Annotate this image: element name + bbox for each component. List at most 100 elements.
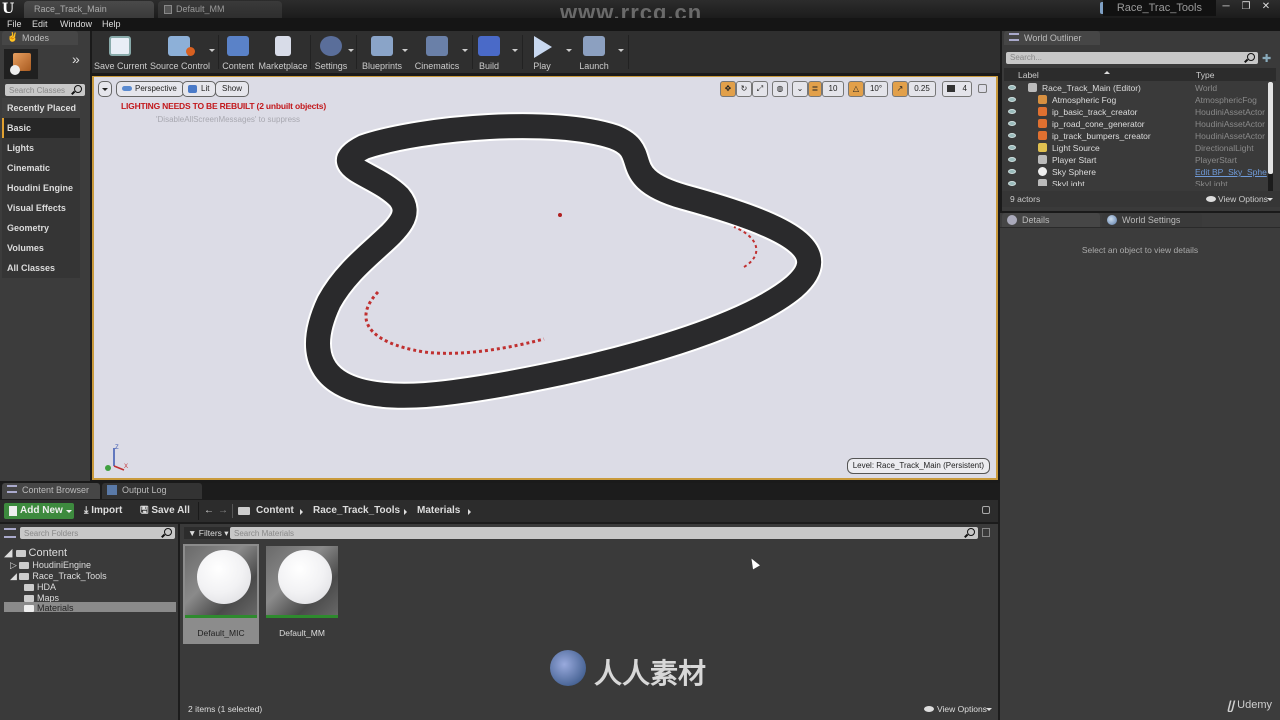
grid-snap-icon[interactable]: ≣ [808, 81, 822, 97]
scrollbar-thumb[interactable] [1268, 82, 1273, 174]
launch-button[interactable]: Launch [576, 33, 612, 73]
cinematics-button[interactable]: Cinematics [412, 33, 462, 73]
world-coords-icon[interactable]: ◍ [772, 81, 788, 97]
save-current-button[interactable]: Save Current [94, 33, 147, 73]
level-viewport[interactable]: Perspective Lit Show LIGHTING NEEDS TO B… [92, 76, 998, 480]
tree-item-content[interactable]: ◢ Content [4, 546, 67, 559]
outliner-row[interactable]: Atmospheric Fog AtmosphericFog [1004, 94, 1266, 106]
category-basic[interactable]: Basic [2, 118, 80, 138]
outliner-row[interactable]: Light Source DirectionalLight [1004, 142, 1266, 154]
visibility-eye-icon[interactable] [1008, 145, 1016, 150]
outliner-row[interactable]: Race_Track_Main (Editor) World [1004, 82, 1266, 94]
rotate-mode-icon[interactable]: ↻ [736, 81, 752, 97]
breadcrumb-arrow-icon[interactable] [404, 509, 407, 515]
viewport-options-button[interactable] [98, 81, 112, 97]
visibility-eye-icon[interactable] [1008, 133, 1016, 138]
edit-blueprint-link[interactable]: Edit BP_Sky_Sphe [1195, 167, 1267, 177]
visibility-eye-icon[interactable] [1008, 169, 1016, 174]
content-button[interactable]: Content [220, 33, 256, 73]
breadcrumb-race-track-tools[interactable]: Race_Track_Tools [313, 503, 400, 519]
grid-snap-value[interactable]: 10 [822, 81, 844, 97]
blueprints-button[interactable]: Blueprints [358, 33, 406, 73]
close-button[interactable]: ✕ [1256, 0, 1276, 14]
content-browser-tab[interactable]: Content Browser [2, 483, 100, 499]
add-filter-icon[interactable]: ✚ [1262, 52, 1274, 65]
build-button[interactable]: Build [474, 33, 504, 73]
outliner-scrollbar[interactable] [1268, 82, 1273, 204]
settings-dropdown-icon[interactable] [348, 49, 354, 52]
maximize-button[interactable]: ❐ [1236, 0, 1256, 14]
details-tab[interactable]: Details [1002, 213, 1100, 227]
search-classes-input[interactable]: Search Classes [5, 84, 85, 96]
tree-item-houdiniengine[interactable]: ▷ HoudiniEngine [10, 560, 91, 571]
scale-mode-icon[interactable]: ⤢ [752, 81, 768, 97]
save-search-icon[interactable] [982, 528, 990, 537]
forward-button[interactable]: → [218, 503, 228, 519]
camera-speed-button[interactable]: 4 [942, 81, 972, 97]
visibility-eye-icon[interactable] [1008, 121, 1016, 126]
scale-snap-value[interactable]: 0.25 [908, 81, 936, 97]
cinematics-dropdown-icon[interactable] [462, 49, 468, 52]
visibility-eye-icon[interactable] [1008, 97, 1016, 102]
rotation-snap-icon[interactable]: △ [848, 81, 864, 97]
blueprints-dropdown-icon[interactable] [402, 49, 408, 52]
tab-race-track-main[interactable]: Race_Track_Main [24, 1, 154, 18]
expand-modes-icon[interactable]: » [72, 51, 80, 67]
lock-icon[interactable] [982, 506, 990, 514]
play-dropdown-icon[interactable] [566, 49, 572, 52]
build-dropdown-icon[interactable] [512, 49, 518, 52]
asset-tile-default-mm[interactable]: Default_MM [264, 544, 340, 644]
tab-default-mm[interactable]: Default_MM [158, 1, 282, 18]
surface-snap-icon[interactable]: ⌄ [792, 81, 808, 97]
visibility-eye-icon[interactable] [1008, 109, 1016, 114]
category-all-classes[interactable]: All Classes [2, 258, 80, 278]
outliner-search-input[interactable]: Search... [1006, 52, 1258, 64]
launch-dropdown-icon[interactable] [618, 49, 624, 52]
back-button[interactable]: ← [204, 503, 214, 519]
tree-item-materials[interactable]: Materials [24, 603, 74, 613]
category-recently-placed[interactable]: Recently Placed [2, 98, 80, 118]
sources-toggle-icon[interactable] [4, 528, 16, 538]
type-column-header[interactable]: Type [1196, 70, 1214, 80]
outliner-row[interactable]: ip_road_cone_generator HoudiniAssetActor [1004, 118, 1266, 130]
outliner-row[interactable]: ip_basic_track_creator HoudiniAssetActor [1004, 106, 1266, 118]
outliner-row[interactable]: ip_track_bumpers_creator HoudiniAssetActo… [1004, 130, 1266, 142]
category-visual-effects[interactable]: Visual Effects [2, 198, 80, 218]
world-outliner-tab[interactable]: World Outliner [1004, 31, 1100, 45]
category-cinematic[interactable]: Cinematic [2, 158, 80, 178]
category-houdini-engine[interactable]: Houdini Engine [2, 178, 80, 198]
place-mode-button[interactable] [4, 49, 38, 79]
scale-snap-icon[interactable]: ↗ [892, 81, 908, 97]
category-geometry[interactable]: Geometry [2, 218, 80, 238]
search-folders-input[interactable]: Search Folders [20, 527, 175, 539]
world-settings-tab[interactable]: World Settings [1102, 213, 1202, 227]
import-button[interactable]: ⤓ Import [84, 503, 122, 519]
tree-item-race-track-tools[interactable]: ◢ Race_Track_Tools [10, 571, 107, 582]
marketplace-button[interactable]: Marketplace [258, 33, 308, 73]
asset-tile-default-mic[interactable]: Default_MIC [183, 544, 259, 644]
menu-file[interactable]: File [7, 19, 22, 29]
visibility-eye-icon[interactable] [1008, 85, 1016, 90]
source-control-button[interactable]: Source Control [150, 33, 210, 73]
lit-button[interactable]: Lit [182, 81, 217, 97]
maximize-viewport-icon[interactable] [978, 84, 987, 93]
visibility-eye-icon[interactable] [1008, 157, 1016, 162]
outliner-row[interactable]: SkyLight SkyLight [1004, 178, 1266, 186]
outliner-row[interactable]: Sky Sphere Edit BP_Sky_Sphe [1004, 166, 1267, 178]
label-column-header[interactable]: Label [1018, 70, 1039, 80]
breadcrumb-arrow-icon[interactable] [468, 509, 471, 515]
save-all-button[interactable]: 🖫 Save All [140, 503, 190, 519]
play-button[interactable]: Play [524, 33, 560, 73]
translate-mode-icon[interactable]: ✥ [720, 81, 736, 97]
settings-button[interactable]: Settings [312, 33, 350, 73]
visibility-eye-icon[interactable] [1008, 181, 1016, 186]
modes-tab[interactable]: ✌ Modes [2, 31, 78, 45]
breadcrumb-arrow-icon[interactable] [300, 509, 303, 515]
output-log-tab[interactable]: Output Log [102, 483, 202, 499]
menu-help[interactable]: Help [102, 19, 121, 29]
search-materials-input[interactable]: Search Materials [230, 527, 978, 539]
perspective-button[interactable]: Perspective [116, 81, 184, 97]
rotation-snap-value[interactable]: 10° [864, 81, 888, 97]
outliner-row[interactable]: Player Start PlayerStart [1004, 154, 1266, 166]
minimize-button[interactable]: ─ [1216, 0, 1236, 14]
